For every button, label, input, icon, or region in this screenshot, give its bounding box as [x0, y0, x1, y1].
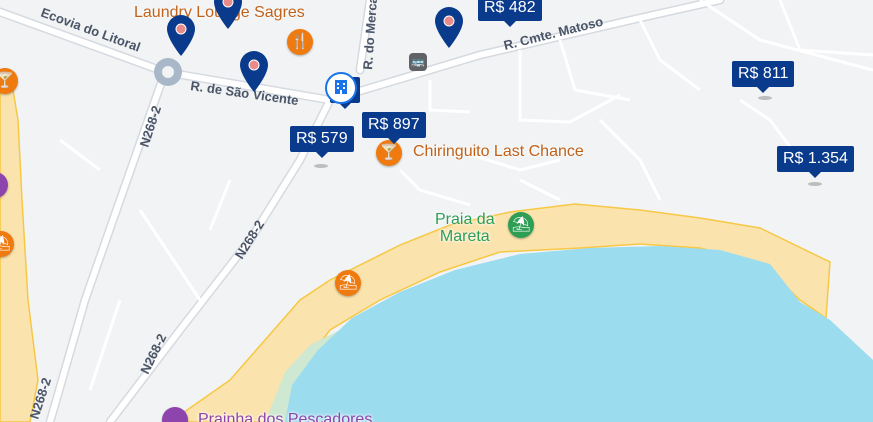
- price-marker-shadow: [758, 96, 772, 100]
- price-tag-579[interactable]: R$ 579: [290, 126, 354, 158]
- price-tag-897[interactable]: R$ 897: [362, 112, 426, 144]
- praia-mareta-line1: Praia da: [435, 211, 495, 228]
- price-tag-482[interactable]: R$ 482: [478, 0, 542, 27]
- praia-mareta-line2: Mareta: [439, 228, 490, 245]
- poi-label-chiringuito[interactable]: Chiringuito Last Chance: [413, 143, 584, 161]
- beach-umbrella-icon[interactable]: ⛱: [335, 270, 361, 296]
- price-tag-811[interactable]: R$ 811: [732, 61, 795, 93]
- bus-stop-icon[interactable]: 🚌: [409, 53, 427, 71]
- hotel-pin[interactable]: [164, 13, 198, 57]
- beach-park-icon[interactable]: ⛱: [508, 212, 534, 238]
- hotel-pin[interactable]: [432, 5, 466, 49]
- price-marker-shadow: [808, 182, 822, 186]
- selected-hotel-marker[interactable]: [325, 72, 357, 104]
- hotel-pin[interactable]: [211, 0, 245, 30]
- price-marker-shadow: [314, 164, 328, 168]
- poi-label-prainha[interactable]: Prainha dos Pescadores: [198, 411, 372, 422]
- price-tag-1354[interactable]: R$ 1.354: [777, 146, 854, 178]
- restaurant-icon[interactable]: 🍴: [287, 29, 313, 55]
- map-canvas[interactable]: Ecovia do Litoral R. de São Vicente R. C…: [0, 0, 873, 422]
- hotel-icon: [335, 80, 347, 94]
- hotel-pin[interactable]: [237, 49, 271, 93]
- poi-label-praia-mareta[interactable]: Praia da Mareta: [435, 211, 495, 245]
